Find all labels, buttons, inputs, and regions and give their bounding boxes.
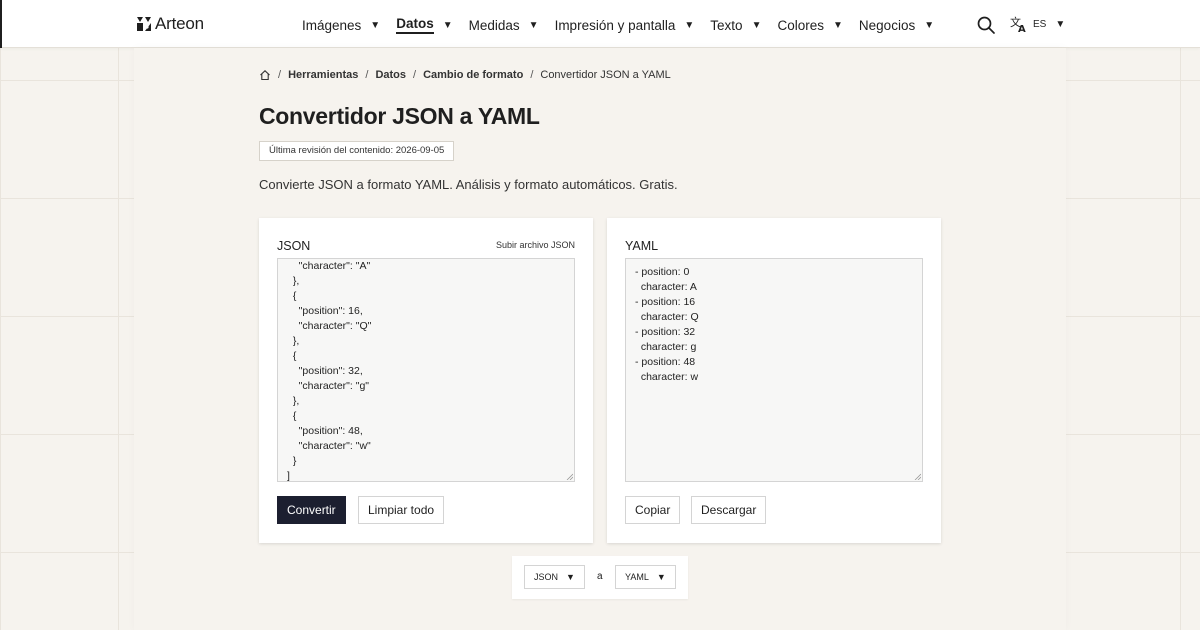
resize-handle-icon[interactable] [914, 473, 921, 480]
breadcrumb-separator: / [278, 69, 282, 81]
format-separator: a [597, 571, 603, 582]
copy-button[interactable]: Copiar [625, 496, 681, 524]
breadcrumb-separator: / [365, 69, 369, 81]
upload-json-link[interactable]: Subir archivo JSON [496, 240, 575, 250]
nav-label: Colores [777, 17, 825, 33]
nav-item-impresion-y-pantalla[interactable]: Impresión y pantalla ▼ [555, 16, 695, 34]
json-input-panel: JSON Subir archivo JSON "character": "A"… [259, 218, 593, 543]
language-selector[interactable]: 文 A ES ▼ [1010, 15, 1065, 33]
breadcrumb-herramientas[interactable]: Herramientas [288, 69, 358, 81]
convert-button[interactable]: Convertir [277, 496, 346, 524]
caret-down-icon: ▼ [751, 19, 762, 31]
nav-item-medidas[interactable]: Medidas ▼ [469, 16, 539, 34]
breadcrumb: / Herramientas / Datos / Cambio de forma… [259, 69, 671, 81]
nav-item-negocios[interactable]: Negocios ▼ [859, 16, 934, 34]
to-format-value: YAML [625, 572, 649, 582]
revision-badge: Última revisión del contenido: 2026-09-0… [259, 141, 455, 161]
nav-item-texto[interactable]: Texto ▼ [710, 16, 761, 34]
format-switcher: JSON ▼ a YAML ▼ [512, 556, 688, 599]
yaml-output-panel: YAML - position: 0 character: A - positi… [607, 218, 941, 543]
breadcrumb-separator: / [530, 69, 534, 81]
search-button[interactable] [976, 15, 996, 35]
nav-item-imagenes[interactable]: Imágenes ▼ [302, 16, 380, 34]
nav-label: Datos [396, 16, 434, 34]
from-format-value: JSON [534, 572, 559, 582]
logo-text: Arteon [155, 14, 204, 33]
nav-label: Texto [710, 17, 743, 33]
breadcrumb-current: Convertidor JSON a YAML [540, 69, 671, 81]
json-input-content: "character": "A" }, { "position": 16, "c… [287, 260, 372, 482]
download-button[interactable]: Descargar [691, 496, 767, 524]
logo[interactable]: Arteon [136, 14, 204, 34]
logo-icon [137, 17, 151, 31]
nav-label: Medidas [468, 17, 520, 33]
breadcrumb-cambio-de-formato[interactable]: Cambio de formato [423, 69, 523, 81]
from-format-select[interactable]: JSON ▼ [524, 565, 585, 589]
resize-handle-icon[interactable] [566, 473, 573, 480]
caret-down-icon: ▼ [924, 19, 935, 31]
search-icon [977, 16, 995, 34]
home-icon[interactable] [259, 69, 271, 81]
caret-down-icon: ▼ [1055, 18, 1066, 30]
breadcrumb-separator: / [413, 69, 417, 81]
translate-icon: 文 A [1010, 15, 1026, 33]
language-code: ES [1033, 18, 1047, 30]
caret-down-icon: ▼ [528, 19, 539, 31]
nav-label: Imágenes [302, 17, 362, 33]
breadcrumb-datos[interactable]: Datos [375, 69, 406, 81]
yaml-output-content: - position: 0 character: A - position: 1… [635, 266, 699, 383]
yaml-output-textarea[interactable]: - position: 0 character: A - position: 1… [625, 258, 923, 482]
caret-down-icon: ▼ [442, 19, 453, 31]
nav-label: Impresión y pantalla [554, 17, 676, 33]
caret-down-icon: ▼ [684, 19, 695, 31]
main-nav: Imágenes ▼ Datos ▼ Medidas ▼ Impresión y pa… [302, 16, 950, 34]
json-input-textarea[interactable]: "character": "A" }, { "position": 16, "c… [277, 258, 575, 482]
json-panel-title: JSON [277, 239, 311, 253]
nav-label: Negocios [858, 17, 916, 33]
page-title: Convertidor JSON a YAML [259, 103, 540, 129]
window-edge [0, 0, 2, 48]
caret-down-icon: ▼ [656, 572, 666, 582]
yaml-panel-title: YAML [625, 239, 659, 253]
clear-all-button[interactable]: Limpiar todo [358, 496, 445, 524]
caret-down-icon: ▼ [833, 19, 843, 31]
nav-item-datos[interactable]: Datos ▼ [396, 16, 453, 34]
page-description: Convierte JSON a formato YAML. Análisis … [259, 177, 678, 192]
to-format-select[interactable]: YAML ▼ [615, 565, 676, 589]
caret-down-icon: ▼ [370, 19, 381, 31]
caret-down-icon: ▼ [566, 572, 575, 582]
nav-item-colores[interactable]: Colores ▼ [777, 16, 842, 34]
top-navigation-bar: Arteon Imágenes ▼ Datos ▼ Medidas ▼ Impresi… [0, 0, 1200, 48]
svg-text:A: A [1018, 24, 1026, 33]
